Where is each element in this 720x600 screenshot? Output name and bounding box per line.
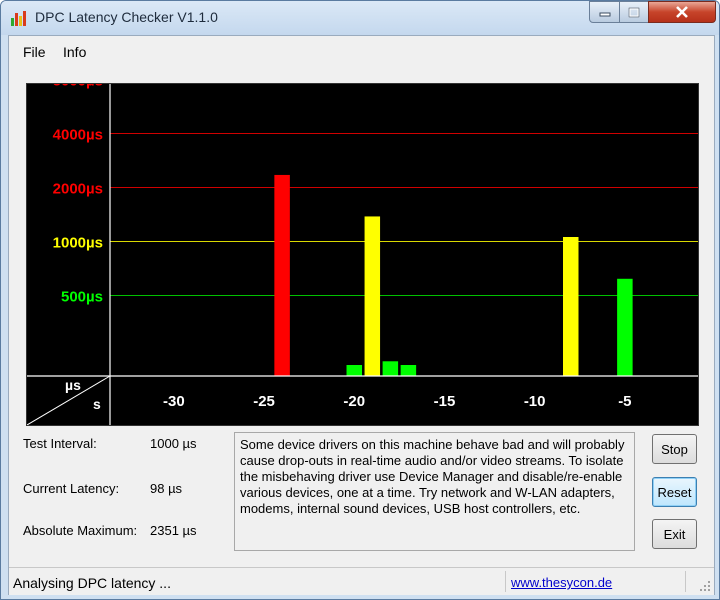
menu-bar: File Info [9, 36, 714, 66]
reset-button[interactable]: Reset [652, 477, 697, 507]
corner-x-unit: s [93, 396, 101, 412]
menu-file[interactable]: File [23, 44, 46, 60]
maximize-icon [628, 7, 640, 17]
minimize-button[interactable] [589, 1, 620, 23]
latency-chart: µs s 16000µs8000µs4000µs2000µs1000µs500µ… [26, 83, 699, 426]
y-tick-label: 4000µs [53, 127, 103, 144]
test-interval-label: Test Interval: [23, 436, 97, 451]
status-separator [505, 571, 506, 592]
message-box: Some device drivers on this machine beha… [234, 432, 635, 551]
website-link[interactable]: www.thesycon.de [511, 575, 612, 590]
x-tick-label: -10 [524, 393, 546, 410]
latency-chart-svg: µs s 16000µs8000µs4000µs2000µs1000µs500µ… [27, 84, 698, 425]
absolute-maximum-label: Absolute Maximum: [23, 523, 138, 538]
status-separator [685, 571, 686, 592]
status-text: Analysing DPC latency ... [13, 575, 171, 591]
status-bar: Analysing DPC latency ... www.thesycon.d… [9, 567, 714, 595]
y-tick-label: 2000µs [53, 181, 103, 198]
x-tick-label: -15 [434, 393, 456, 410]
minimize-icon [599, 12, 610, 17]
stop-button[interactable]: Stop [652, 434, 697, 464]
resize-grip-icon[interactable] [698, 579, 712, 593]
absolute-maximum-value: 2351 µs [150, 523, 197, 538]
latency-bar [382, 361, 399, 376]
current-latency-value: 98 µs [150, 481, 183, 496]
app-window: DPC Latency Checker V1.1.0 File Info µs … [0, 0, 720, 600]
client-area: File Info µs s 16000µs8000µs4000µs2000µs… [8, 35, 715, 595]
x-tick-label: -30 [163, 393, 185, 410]
latency-bar [400, 364, 417, 376]
latency-bar [617, 278, 633, 376]
close-button[interactable] [648, 1, 716, 23]
corner-y-unit: µs [65, 377, 81, 393]
latency-bar [563, 236, 579, 376]
y-tick-label: 8000µs [53, 84, 103, 90]
x-tick-label: -25 [253, 393, 275, 410]
latency-bar [364, 216, 381, 376]
close-icon [676, 6, 688, 18]
test-interval-value: 1000 µs [150, 436, 197, 451]
exit-button[interactable]: Exit [652, 519, 697, 549]
bar-chart-icon [11, 11, 26, 26]
window-title: DPC Latency Checker V1.1.0 [35, 9, 218, 25]
current-latency-label: Current Latency: [23, 481, 120, 496]
title-bar[interactable]: DPC Latency Checker V1.1.0 [1, 1, 719, 35]
x-tick-label: -5 [618, 393, 631, 410]
latency-bar [274, 174, 290, 376]
y-tick-label: 1000µs [53, 235, 103, 252]
menu-info[interactable]: Info [63, 44, 86, 60]
latency-bar [346, 364, 363, 376]
x-tick-label: -20 [343, 393, 365, 410]
maximize-button[interactable] [619, 1, 649, 23]
y-tick-label: 500µs [61, 289, 103, 306]
